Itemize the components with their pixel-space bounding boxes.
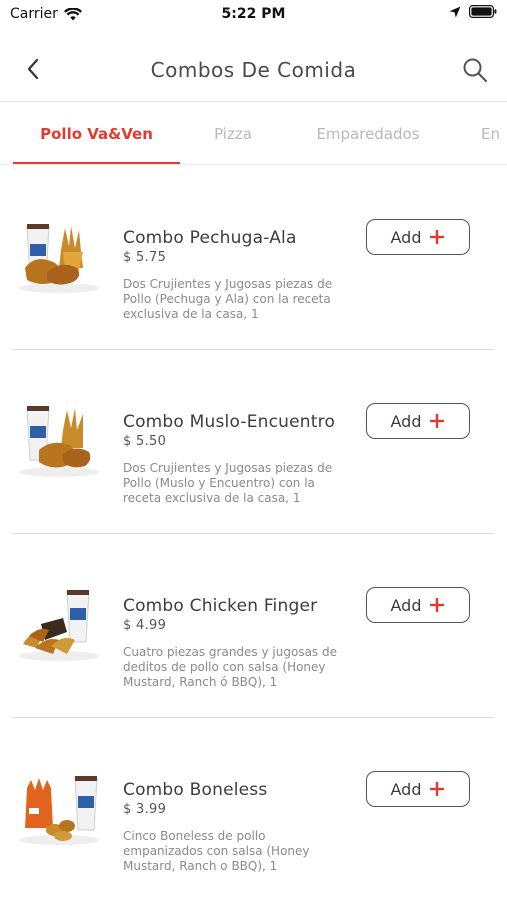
- tab-emparedados[interactable]: Emparedados: [305, 103, 431, 164]
- combo-boneless-image: [19, 776, 99, 845]
- search-button[interactable]: [459, 54, 491, 86]
- product-name: Combo Chicken Finger: [123, 596, 318, 616]
- add-button[interactable]: Add: [366, 771, 470, 807]
- product-description: Cuatro piezas grandes y jugosas de dedit…: [123, 645, 337, 689]
- product-price: $ 5.75: [123, 250, 167, 265]
- plus-icon: [430, 598, 445, 612]
- product-price: $ 3.99: [123, 802, 167, 817]
- product-item[interactable]: Combo Chicken Finger $ 4.99 Cuatro pieza…: [13, 534, 494, 718]
- tab-pollo-vaven[interactable]: Pollo Va&Ven: [13, 103, 180, 164]
- product-description: Dos Crujientes y Jugosas piezas de Pollo…: [123, 277, 333, 321]
- status-bar: Carrier 5:22 PM: [0, 0, 507, 30]
- product-price: $ 5.50: [123, 434, 167, 449]
- plus-icon: [430, 782, 445, 796]
- category-tabs: Pollo Va&Ven Pizza Emparedados En: [0, 103, 507, 165]
- status-time: 5:22 PM: [221, 6, 286, 22]
- add-label: Add: [390, 227, 422, 247]
- product-price: $ 4.99: [123, 618, 167, 633]
- page-title: Combos De Comida: [150, 58, 357, 82]
- add-button[interactable]: Add: [366, 587, 470, 623]
- active-tab-indicator: [13, 162, 180, 164]
- add-label: Add: [390, 411, 422, 431]
- product-item[interactable]: Combo Pechuga-Ala $ 5.75 Dos Crujientes …: [13, 166, 494, 350]
- add-label: Add: [390, 595, 422, 615]
- combo-chicken-finger-image: [19, 590, 99, 661]
- product-item[interactable]: Combo Muslo-Encuentro $ 5.50 Dos Crujien…: [13, 350, 494, 534]
- status-indicators: [449, 5, 497, 18]
- tab-pizza[interactable]: Pizza: [198, 103, 268, 164]
- product-list: Combo Pechuga-Ala $ 5.75 Dos Crujientes …: [0, 166, 507, 900]
- product-description: Dos Crujientes y Jugosas piezas de Pollo…: [123, 461, 333, 505]
- add-label: Add: [390, 779, 422, 799]
- search-icon: [463, 58, 488, 83]
- location-arrow-icon: [449, 6, 461, 17]
- plus-icon: [430, 230, 445, 244]
- combo-muslo-encuentro-image: [19, 406, 99, 477]
- product-name: Combo Pechuga-Ala: [123, 228, 297, 248]
- product-name: Combo Muslo-Encuentro: [123, 412, 336, 432]
- tab-partial[interactable]: En: [481, 103, 507, 164]
- add-button[interactable]: Add: [366, 219, 470, 255]
- navigation-bar: Combos De Comida: [0, 40, 507, 102]
- add-button[interactable]: Add: [366, 403, 470, 439]
- product-item[interactable]: Combo Boneless $ 3.99 Cinco Boneless de …: [13, 718, 494, 900]
- combo-pechuga-ala-image: [19, 224, 99, 293]
- product-name: Combo Boneless: [123, 780, 268, 800]
- plus-icon: [430, 414, 445, 428]
- battery-icon: [469, 5, 497, 18]
- product-description: Cinco Boneless de pollo empanizados con …: [123, 829, 310, 873]
